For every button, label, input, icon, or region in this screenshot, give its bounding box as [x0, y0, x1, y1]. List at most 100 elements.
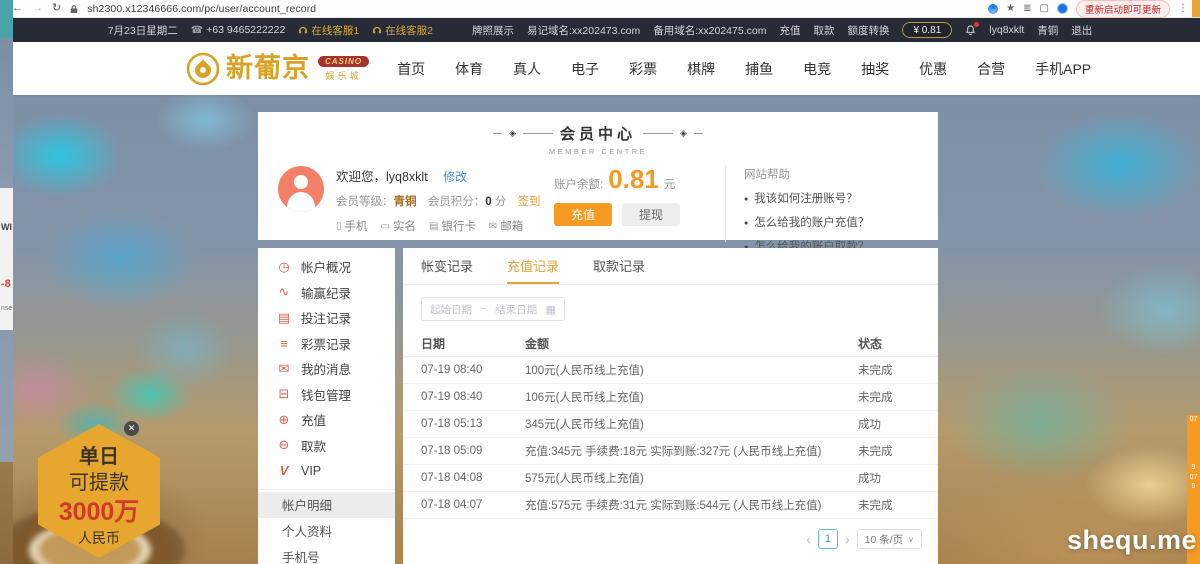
topbar-deposit-link[interactable]: 充值: [779, 23, 800, 38]
sidebar-item[interactable]: ⊟ 钱包管理: [258, 382, 395, 408]
nav-item[interactable]: 体育: [455, 59, 483, 79]
next-page-icon[interactable]: ›: [845, 532, 850, 546]
signin-link[interactable]: 签到: [518, 196, 541, 208]
bookmark-star-icon[interactable]: ★: [1006, 4, 1015, 14]
online-service-1[interactable]: 在线客服1: [298, 23, 359, 38]
forward-icon[interactable]: →: [32, 3, 43, 14]
records-tab[interactable]: 充值记录: [507, 248, 559, 284]
profile-avatar[interactable]: [1057, 3, 1068, 14]
nav-item[interactable]: 棋牌: [687, 59, 715, 79]
sidebar-item-label: 帐户概况: [301, 257, 351, 276]
sidebar-subitem[interactable]: 个人资料: [258, 518, 395, 544]
cell-amount: 100元(人民币线上充值): [525, 362, 858, 378]
sidebar-subitem[interactable]: 手机号: [258, 544, 395, 564]
verify-item[interactable]: ▭ 实名: [381, 218, 416, 234]
nav-item[interactable]: 合营: [977, 59, 1005, 79]
cell-date: 07-19 08:40: [403, 364, 525, 376]
nav-item[interactable]: 捕鱼: [745, 59, 773, 79]
cell-status: 未完成: [858, 497, 938, 513]
nav-item[interactable]: 抽奖: [861, 59, 889, 79]
verify-item[interactable]: ▯ 手机: [336, 218, 368, 234]
sidebar-item[interactable]: ◷ 帐户概况: [258, 254, 395, 280]
topbar-withdraw-link[interactable]: 取款: [813, 23, 834, 38]
nav-item[interactable]: 手机APP: [1035, 59, 1091, 79]
reading-list-icon[interactable]: ≣: [1023, 4, 1031, 14]
nav-item[interactable]: 电竞: [803, 59, 831, 79]
vertical-divider: [725, 166, 726, 242]
fragment-text: -8: [1, 278, 11, 290]
diamond-ornament-icon: ◈: [680, 129, 687, 138]
verify-icon: ▯: [336, 221, 342, 232]
main-nav: 新葡京 CASINO 娱乐城 首页 体育 真人 电子 彩票 棋牌 捕鱼 电竞 抽奖 优惠 合营 手机A…: [0, 42, 1200, 95]
topbar-username[interactable]: lyq8xklt: [989, 24, 1024, 36]
prev-page-icon[interactable]: ‹: [806, 532, 811, 546]
nav-item[interactable]: 优惠: [919, 59, 947, 79]
records-tab[interactable]: 帐变记录: [421, 248, 473, 284]
date-end-input[interactable]: 结束日期: [495, 302, 537, 317]
site-logo[interactable]: 新葡京 CASINO 娱乐城: [186, 52, 369, 86]
nav-item[interactable]: 电子: [571, 59, 599, 79]
sidebar-item[interactable]: V VIP: [258, 458, 395, 484]
welcome-text: 欢迎您，lyq8xklt: [336, 170, 428, 184]
side-panel-icon[interactable]: ▢: [1040, 4, 1049, 14]
verify-item[interactable]: ✉ 邮箱: [489, 218, 523, 234]
withdraw-button[interactable]: 提现: [622, 203, 680, 226]
verify-item[interactable]: ▤ 银行卡: [429, 218, 476, 234]
page-number[interactable]: 1: [818, 529, 838, 549]
table-row: 07-19 08:40 106元(人民币线上充值) 未完成: [403, 384, 938, 411]
sidebar-item-icon: ≡: [276, 336, 292, 351]
reload-icon[interactable]: ↻: [52, 3, 61, 14]
recharge-button[interactable]: 充值: [554, 203, 612, 226]
cell-date: 07-19 08:40: [403, 391, 525, 403]
close-icon[interactable]: ✕: [124, 421, 139, 436]
notification-dot: [974, 22, 979, 27]
headset-icon: [372, 25, 382, 35]
browser-update-button[interactable]: 重新启动即可更新: [1076, 0, 1170, 18]
url-bar[interactable]: sh2300.x12346666.com/pc/user/account_rec…: [87, 3, 316, 15]
page-size-select[interactable]: 10 条/页 ∨: [857, 529, 922, 549]
cell-status: 未完成: [858, 362, 938, 378]
date-start-input[interactable]: 起始日期: [430, 302, 472, 317]
nav-item[interactable]: 真人: [513, 59, 541, 79]
promo-badge[interactable]: 单日 可提款 3000万 人民币 ✕: [38, 424, 160, 558]
balance-unit: 元: [664, 176, 676, 192]
kebab-menu-icon[interactable]: ⋮: [1178, 4, 1188, 14]
help-link[interactable]: 我该如何注册账号？: [744, 190, 869, 206]
notification-bell-icon[interactable]: [965, 24, 976, 36]
records-tabs: 帐变记录 充值记录 取款记录: [403, 248, 938, 285]
cell-date: 07-18 05:13: [403, 418, 525, 430]
nav-item[interactable]: 首页: [397, 59, 425, 79]
table-row: 07-19 08:40 100元(人民币线上充值) 未完成: [403, 357, 938, 384]
license-link[interactable]: 牌照展示: [472, 23, 514, 38]
date-range-picker[interactable]: 起始日期 ~ 结束日期 ▦: [421, 297, 565, 321]
browser-chrome: ← → ↻ sh2300.x12346666.com/pc/user/accou…: [0, 0, 1200, 18]
sidebar-item[interactable]: ▤ 投注记录: [258, 305, 395, 331]
sync-icon[interactable]: [988, 4, 998, 14]
phone-number: ☎ +63 9465222222: [191, 24, 286, 36]
sidebar-item[interactable]: ≡ 彩票记录: [258, 331, 395, 357]
online-service-2[interactable]: 在线客服2: [372, 23, 433, 38]
balance-pill[interactable]: ¥ 0.81: [902, 22, 952, 38]
chevron-down-icon: ∨: [908, 535, 914, 544]
sidebar-item[interactable]: ⊖ 取款: [258, 433, 395, 459]
promo-hexagon[interactable]: 单日 可提款 3000万 人民币: [38, 424, 160, 558]
diamond-ornament-icon: ◈: [509, 129, 516, 138]
logout-link[interactable]: 退出: [1071, 23, 1092, 38]
sidebar-item[interactable]: ✉ 我的消息: [258, 356, 395, 382]
cell-status: 未完成: [858, 443, 938, 459]
sidebar-item-label: 投注记录: [301, 308, 351, 327]
records-tab[interactable]: 取款记录: [593, 248, 645, 284]
cell-status: 成功: [858, 470, 938, 486]
help-link[interactable]: 怎么给我的账户充值？: [744, 214, 869, 230]
calendar-icon: ▦: [546, 303, 556, 316]
sidebar-subitem-label: 手机号: [282, 547, 320, 564]
balance-value: 0.81: [608, 166, 659, 192]
back-icon[interactable]: ←: [12, 3, 23, 14]
sidebar-item[interactable]: ⊕ 充值: [258, 407, 395, 433]
promo-line4: 人民币: [78, 529, 120, 549]
modify-link[interactable]: 修改: [443, 170, 467, 184]
topbar-transfer-link[interactable]: 额度转换: [847, 23, 889, 38]
nav-item[interactable]: 彩票: [629, 59, 657, 79]
sidebar-subitem[interactable]: 帐户明细: [258, 492, 395, 518]
sidebar-item[interactable]: ∿ 输赢纪录: [258, 280, 395, 306]
